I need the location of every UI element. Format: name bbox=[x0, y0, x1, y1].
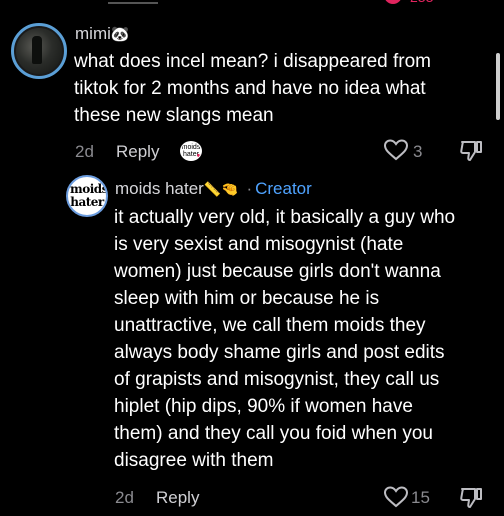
ruler-pinch-emoji-icon: 📏🤏 bbox=[203, 181, 239, 197]
comment-line: these new slangs mean bbox=[74, 105, 274, 126]
panda-emoji-icon: 🐼 bbox=[110, 26, 130, 43]
username-text: moids hater bbox=[115, 179, 204, 198]
comment-line: them) and they call you foid when you bbox=[114, 423, 433, 444]
comment-text: it actually very old, it basically a guy… bbox=[114, 204, 499, 474]
comment-mimi: mimi🐼 what does incel mean? i disappeare… bbox=[0, 0, 504, 170]
reply-button[interactable]: Reply bbox=[116, 142, 159, 162]
separator: · bbox=[246, 179, 253, 198]
comment-line: tiktok for 2 months and have no idea wha… bbox=[74, 78, 426, 99]
comment-line: what does incel mean? i disappeared from bbox=[74, 51, 431, 72]
thumbs-down-icon bbox=[460, 141, 482, 161]
comment-moids-hater: moids hater moids hater📏🤏 · Creator it ac… bbox=[0, 170, 504, 508]
creator-liked-icon: moids hater ♥ bbox=[180, 141, 202, 161]
comment-line: women) just because girls don't wanna bbox=[114, 261, 441, 282]
heart-outline-icon bbox=[383, 139, 409, 161]
timestamp: 2d bbox=[115, 488, 134, 507]
creator-badge: Creator bbox=[255, 179, 312, 198]
comment-line: always body shame girls and post edits bbox=[114, 342, 445, 363]
username[interactable]: mimi🐼 bbox=[75, 24, 130, 44]
comment-line: is very sexist and misogynist (hate bbox=[114, 234, 404, 255]
avatar-text: moids hater bbox=[70, 182, 108, 209]
profile-figure bbox=[32, 36, 42, 64]
comment-line: sleep with him or because he is bbox=[114, 288, 380, 309]
avatar[interactable] bbox=[11, 23, 67, 79]
timestamp: 2d bbox=[75, 142, 94, 161]
comment-line: it actually very old, it basically a guy… bbox=[114, 207, 456, 228]
thumbs-down-icon bbox=[460, 488, 482, 508]
dislike-button[interactable] bbox=[458, 138, 484, 169]
reply-button[interactable]: Reply bbox=[156, 488, 199, 508]
heart-outline-icon bbox=[383, 486, 409, 508]
like-count: 3 bbox=[413, 142, 423, 161]
like-count: 15 bbox=[411, 488, 430, 507]
username-text: mimi bbox=[75, 24, 111, 43]
comment-line: of grapists and misogynist, they call us bbox=[114, 369, 440, 390]
comment-line: unattractive, we call them moids they bbox=[114, 315, 426, 336]
dislike-button[interactable] bbox=[458, 485, 484, 516]
heart-icon: ♥ bbox=[196, 152, 201, 161]
avatar[interactable]: moids hater bbox=[66, 175, 108, 217]
username[interactable]: moids hater📏🤏 · Creator bbox=[115, 179, 312, 199]
comment-line: hiplet (hip dips, 90% if women have bbox=[114, 396, 413, 417]
comment-text: what does incel mean? i disappeared from… bbox=[74, 48, 494, 129]
comment-line: disagree with them bbox=[114, 450, 274, 471]
like-button[interactable] bbox=[383, 138, 409, 167]
